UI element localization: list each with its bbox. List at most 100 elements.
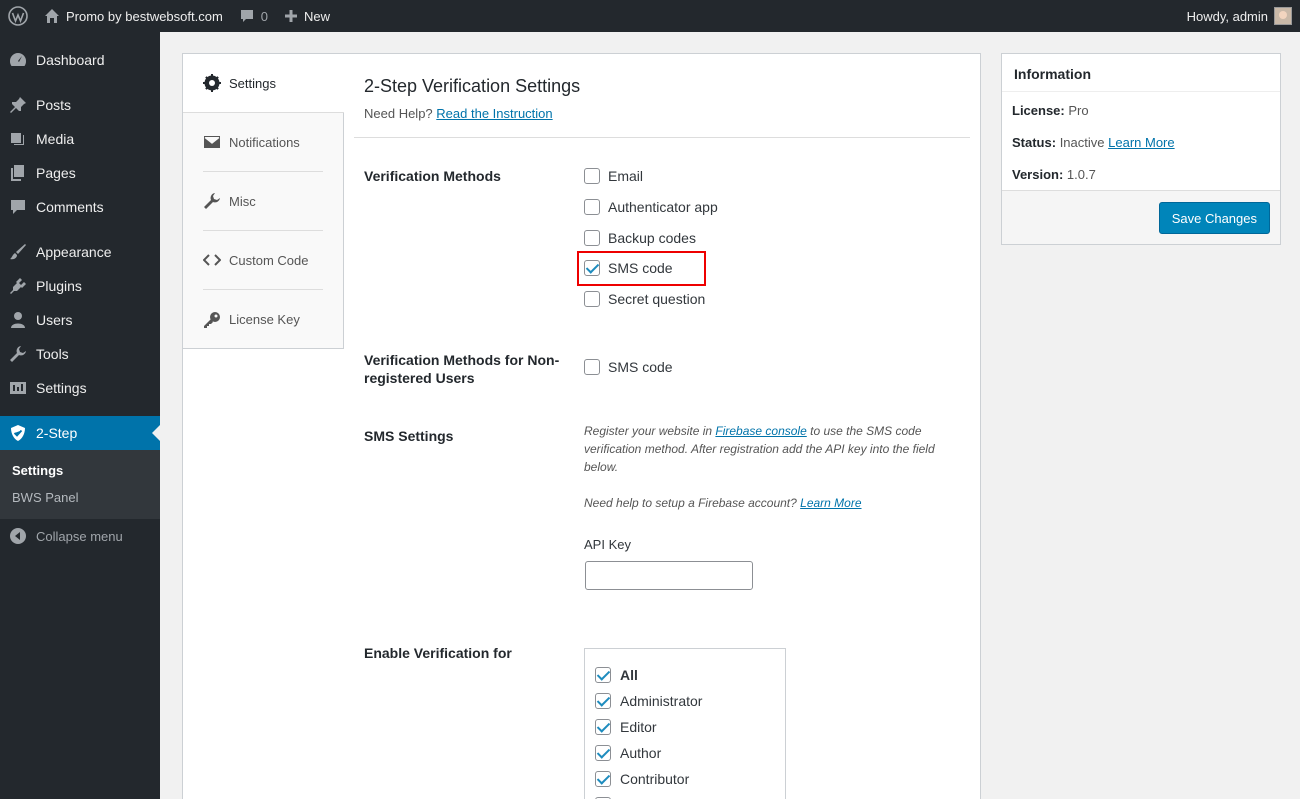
tab-settings[interactable]: Settings xyxy=(183,54,344,113)
status-value: Inactive xyxy=(1059,135,1105,150)
roles-list[interactable]: All Administrator Editor Author Contribu… xyxy=(584,648,786,799)
sidebar-item-comments[interactable]: Comments xyxy=(0,190,160,224)
sidebar-item-label: Users xyxy=(36,312,73,328)
submenu-item-settings[interactable]: Settings xyxy=(0,457,160,484)
secret-question-checkbox[interactable] xyxy=(584,291,600,307)
tab-label: Notifications xyxy=(229,134,300,150)
method-backup-codes[interactable]: Backup codes xyxy=(584,228,696,248)
info-footer: Save Changes xyxy=(1002,190,1280,244)
admin-bar: Promo by bestwebsoft.com 0 New Howdy, ad… xyxy=(0,0,1300,32)
sidebar-item-media[interactable]: Media xyxy=(0,122,160,156)
save-changes-button[interactable]: Save Changes xyxy=(1158,202,1270,234)
my-account-link[interactable]: Howdy, admin xyxy=(1179,0,1300,32)
method-secret-question[interactable]: Secret question xyxy=(584,289,705,309)
plug-icon xyxy=(8,276,28,296)
media-icon xyxy=(8,129,28,149)
tab-misc[interactable]: Misc xyxy=(203,172,323,231)
gear-icon xyxy=(203,74,221,92)
collapse-menu-button[interactable]: Collapse menu xyxy=(0,519,160,553)
role-contributor[interactable]: Contributor xyxy=(595,769,689,789)
sidebar-item-label: Plugins xyxy=(36,278,82,294)
email-checkbox[interactable] xyxy=(584,168,600,184)
sidebar-item-posts[interactable]: Posts xyxy=(0,88,160,122)
new-content-link[interactable]: New xyxy=(276,0,338,32)
sidebar-item-dashboard[interactable]: Dashboard xyxy=(0,43,160,77)
sidebar-item-label: Appearance xyxy=(36,244,112,260)
sms-settings-label: SMS Settings xyxy=(364,428,454,444)
read-instruction-link[interactable]: Read the Instruction xyxy=(436,106,552,121)
submenu-item-bws-panel[interactable]: BWS Panel xyxy=(0,484,160,511)
sidebar-item-2-step[interactable]: 2-Step xyxy=(0,416,160,450)
envelope-icon xyxy=(203,135,221,149)
highlight-annotation xyxy=(577,251,706,286)
role-contributor-checkbox[interactable] xyxy=(595,771,611,787)
new-label: New xyxy=(304,8,331,24)
role-all[interactable]: All xyxy=(595,665,638,685)
checkbox-label: Authenticator app xyxy=(608,199,718,215)
learn-more-link[interactable]: Learn More xyxy=(800,496,861,510)
sidebar-item-users[interactable]: Users xyxy=(0,303,160,337)
tab-custom-code[interactable]: Custom Code xyxy=(203,231,323,290)
authenticator-checkbox[interactable] xyxy=(584,199,600,215)
wrench-icon xyxy=(203,192,221,210)
howdy-text: Howdy, admin xyxy=(1186,8,1268,24)
shield-icon xyxy=(8,423,28,443)
wordpress-logo-icon[interactable] xyxy=(0,0,36,32)
settings-panel: Settings Notifications Misc Custom Code … xyxy=(182,53,981,799)
information-box: Information License: Pro Status: Inactiv… xyxy=(1001,53,1281,245)
wrench-icon xyxy=(8,344,28,364)
role-editor[interactable]: Editor xyxy=(595,717,657,737)
nonreg-sms-checkbox[interactable] xyxy=(584,359,600,375)
verification-methods-label: Verification Methods xyxy=(364,168,501,184)
code-icon xyxy=(203,253,221,267)
admin-sidebar: Dashboard Posts Media Pages Comments App… xyxy=(0,32,160,799)
status-learn-more-link[interactable]: Learn More xyxy=(1108,135,1174,150)
version-value: 1.0.7 xyxy=(1066,167,1096,182)
sidebar-item-settings[interactable]: Settings xyxy=(0,371,160,405)
sidebar-item-pages[interactable]: Pages xyxy=(0,156,160,190)
firebase-console-link[interactable]: Firebase console xyxy=(715,424,806,438)
site-name-link[interactable]: Promo by bestwebsoft.com xyxy=(36,0,231,32)
sms-desc-text: Register your website in xyxy=(584,424,716,438)
sidebar-item-label: Posts xyxy=(36,97,72,113)
collapse-label: Collapse menu xyxy=(36,528,123,544)
dashboard-icon xyxy=(8,50,28,70)
tab-license-key[interactable]: License Key xyxy=(203,290,323,349)
home-icon xyxy=(44,8,60,24)
api-key-input[interactable] xyxy=(585,561,753,590)
info-divider xyxy=(1002,91,1280,92)
checkbox-label: Email xyxy=(608,168,644,184)
nonreg-sms-code[interactable]: SMS code xyxy=(584,357,673,377)
sidebar-item-label: Comments xyxy=(36,199,104,215)
avatar xyxy=(1274,7,1292,25)
role-next[interactable] xyxy=(595,795,620,799)
firebase-help-text: Need help to setup a Firebase account? xyxy=(584,496,801,510)
role-administrator-checkbox[interactable] xyxy=(595,693,611,709)
method-authenticator[interactable]: Authenticator app xyxy=(584,197,718,217)
site-name: Promo by bestwebsoft.com xyxy=(66,8,223,24)
sidebar-submenu: Settings BWS Panel xyxy=(0,450,160,519)
method-email[interactable]: Email xyxy=(584,166,643,186)
role-author[interactable]: Author xyxy=(595,743,661,763)
collapse-icon xyxy=(8,526,28,546)
tab-notifications[interactable]: Notifications xyxy=(203,113,323,172)
need-help-text: Need Help? xyxy=(364,106,433,121)
sms-description: Register your website in Firebase consol… xyxy=(584,422,944,476)
api-key-label: API Key xyxy=(584,537,631,552)
brush-icon xyxy=(8,242,28,262)
status-key-label: Status: xyxy=(1012,135,1057,150)
role-author-checkbox[interactable] xyxy=(595,745,611,761)
role-all-checkbox[interactable] xyxy=(595,667,611,683)
backup-codes-checkbox[interactable] xyxy=(584,230,600,246)
sidebar-item-appearance[interactable]: Appearance xyxy=(0,235,160,269)
sidebar-item-tools[interactable]: Tools xyxy=(0,337,160,371)
pin-icon xyxy=(8,95,28,115)
license-line: License: Pro xyxy=(1012,103,1089,118)
plus-icon xyxy=(284,9,298,23)
version-line: Version: 1.0.7 xyxy=(1012,167,1096,182)
sidebar-item-plugins[interactable]: Plugins xyxy=(0,269,160,303)
role-administrator[interactable]: Administrator xyxy=(595,691,702,711)
settings-icon xyxy=(8,378,28,398)
comments-link[interactable]: 0 xyxy=(231,0,276,32)
role-editor-checkbox[interactable] xyxy=(595,719,611,735)
